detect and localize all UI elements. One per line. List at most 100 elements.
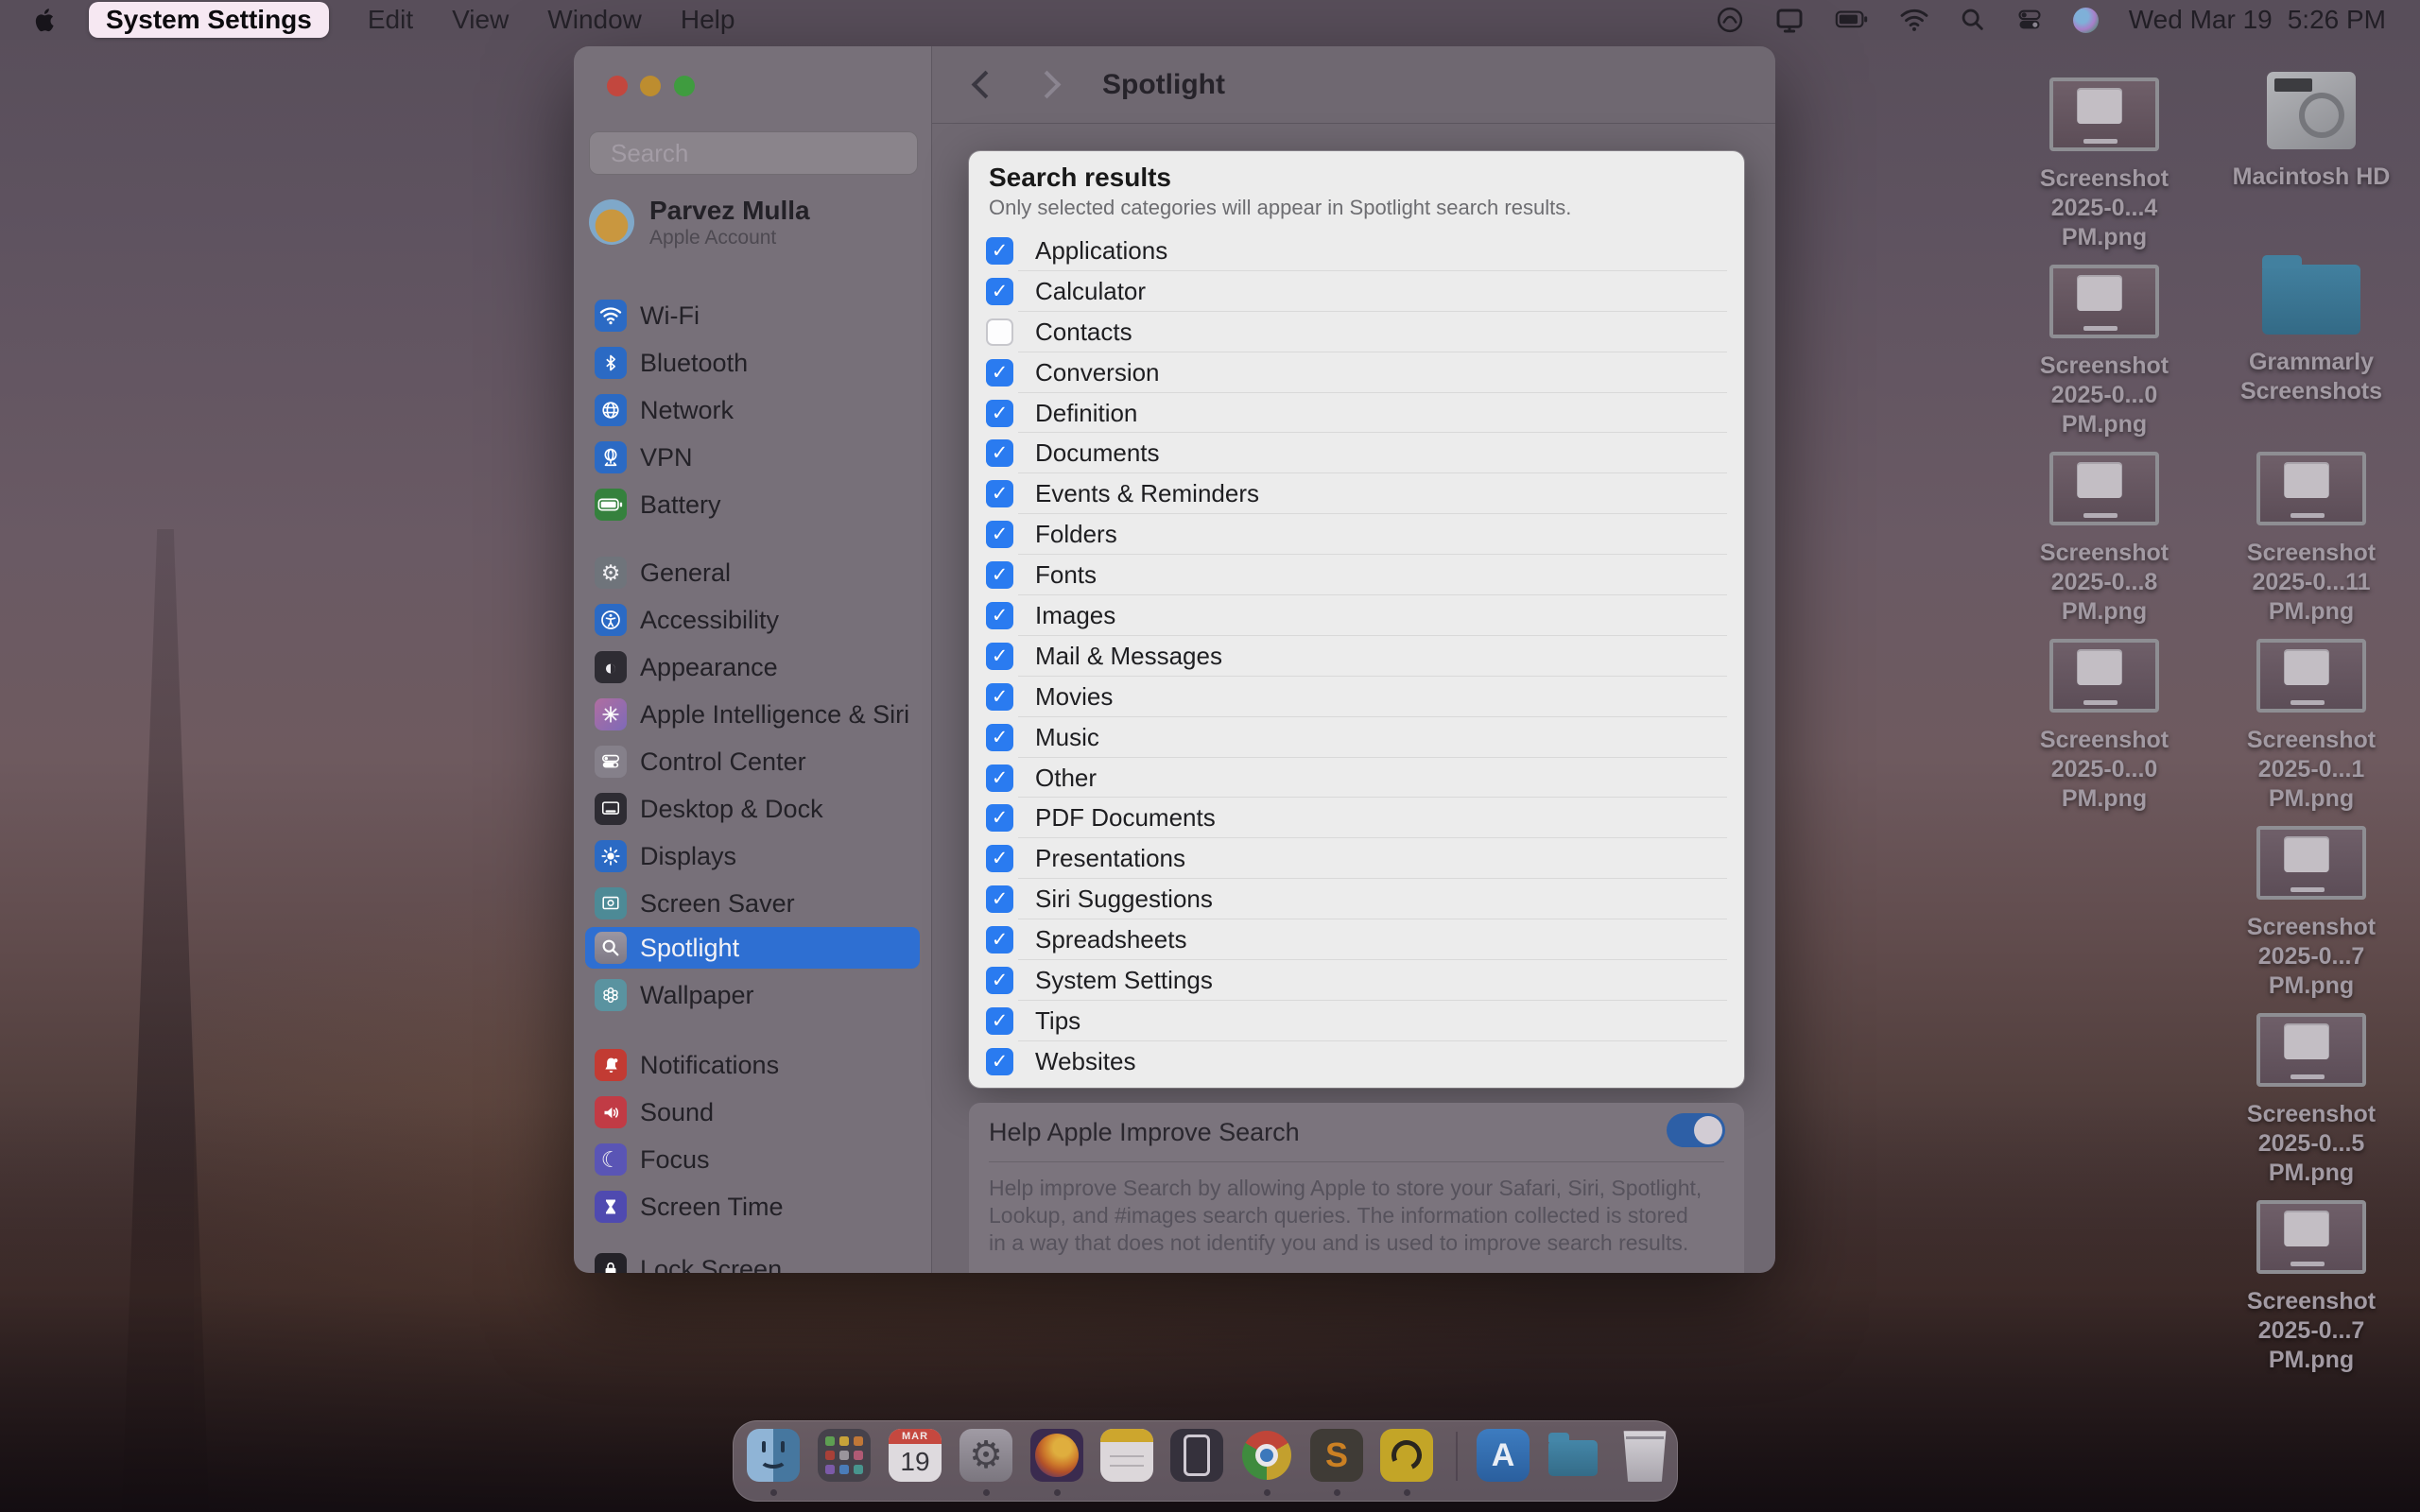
menu-app-name[interactable]: System Settings [89, 2, 329, 38]
checkbox-siri-suggestions[interactable]: ✓ [986, 885, 1013, 914]
dock-item-basecamp[interactable] [1380, 1429, 1433, 1501]
sidebar-item-bluetooth[interactable]: Bluetooth [585, 342, 920, 384]
checkbox-definition[interactable]: ✓ [986, 399, 1013, 427]
settings-sidebar: Parvez Mulla Apple Account Wi-Fi Bluetoo… [574, 46, 932, 1273]
desktop-icon-screenshot[interactable]: Screenshot 2025-0...5 PM.png [2217, 1013, 2406, 1188]
desktop-icon-screenshot[interactable]: Screenshot 2025-0...7 PM.png [2217, 1200, 2406, 1375]
checkbox-applications[interactable]: ✓ [986, 236, 1013, 265]
sidebar-item-apple-account[interactable]: Parvez Mulla Apple Account [589, 194, 918, 250]
appearance-icon: ◐ [595, 651, 627, 683]
checkbox-movies[interactable]: ✓ [986, 682, 1013, 711]
sidebar-item-wallpaper[interactable]: Wallpaper [585, 974, 920, 1016]
sidebar-item-wifi[interactable]: Wi-Fi [585, 295, 920, 336]
dock-item-launchpad[interactable] [818, 1429, 871, 1501]
sidebar-item-screen-saver[interactable]: Screen Saver [585, 883, 920, 924]
checkbox-conversion[interactable]: ✓ [986, 358, 1013, 387]
desktop-icon-grammarly-folder[interactable]: Grammarly Screenshots [2217, 255, 2406, 406]
page-title: Spotlight [1102, 68, 1225, 100]
category-row: ✓ Movies [969, 677, 1744, 717]
checkbox-spreadsheets[interactable]: ✓ [986, 926, 1013, 954]
sidebar-item-appearance[interactable]: ◐ Appearance [585, 646, 920, 688]
dock-item-trash[interactable] [1618, 1429, 1671, 1501]
checkbox-mail-messages[interactable]: ✓ [986, 642, 1013, 670]
desktop-icon-macintosh-hd[interactable]: Macintosh HD [2217, 72, 2406, 192]
sidebar-item-focus[interactable]: ☾ Focus [585, 1139, 920, 1180]
dock-item-finder[interactable] [747, 1429, 800, 1501]
checkbox-events-reminders[interactable]: ✓ [986, 480, 1013, 508]
dock-item-iphone-mirroring[interactable] [1170, 1429, 1223, 1501]
dock-item-calendar[interactable]: MAR 19 [889, 1429, 942, 1501]
dock-item-sublime-text[interactable]: S [1310, 1429, 1363, 1501]
sidebar-item-desktop-dock[interactable]: Desktop & Dock [585, 788, 920, 830]
sidebar-item-network[interactable]: Network [585, 389, 920, 431]
checkbox-fonts[interactable]: ✓ [986, 561, 1013, 590]
sidebar-item-vpn[interactable]: VPN [585, 437, 920, 478]
menu-clock[interactable]: Wed Mar 19 5:26 PM [2129, 5, 2386, 35]
checkbox-tips[interactable]: ✓ [986, 1006, 1013, 1035]
sidebar-item-lock-screen[interactable]: Lock Screen [585, 1248, 920, 1273]
basecamp-menu-icon[interactable] [1716, 6, 1744, 34]
checkbox-calculator[interactable]: ✓ [986, 277, 1013, 305]
wifi-icon[interactable] [1899, 8, 1929, 32]
category-list: ✓Applications ✓Calculator ✓Contacts ✓Con… [969, 231, 1744, 1082]
help-improve-search-toggle[interactable] [1667, 1113, 1725, 1147]
sidebar-item-screen-time[interactable]: Screen Time [585, 1186, 920, 1228]
menu-help[interactable]: Help [681, 5, 735, 35]
check-icon: ✓ [991, 402, 1009, 424]
checkbox-documents[interactable]: ✓ [986, 439, 1013, 468]
sidebar-item-battery[interactable]: Battery [585, 484, 920, 525]
checkbox-websites[interactable]: ✓ [986, 1047, 1013, 1075]
checkbox-music[interactable]: ✓ [986, 723, 1013, 751]
control-center-icon[interactable] [2016, 7, 2043, 33]
moon-icon: ☾ [595, 1143, 627, 1176]
menu-edit[interactable]: Edit [368, 5, 413, 35]
dock-item-app-store[interactable]: A [1477, 1429, 1530, 1501]
checkbox-system-settings[interactable]: ✓ [986, 966, 1013, 994]
wifi-icon [595, 300, 627, 332]
desktop-icon-screenshot[interactable]: Screenshot 2025-0...8 PM.png [2010, 452, 2199, 627]
desktop-icon-screenshot[interactable]: Screenshot 2025-0...1 PM.png [2217, 639, 2406, 814]
sidebar-item-apple-intelligence[interactable]: Apple Intelligence & Siri [585, 694, 920, 735]
search-input[interactable] [609, 137, 929, 169]
screen-mirroring-icon[interactable] [1774, 5, 1805, 35]
sidebar-item-notifications[interactable]: Notifications [585, 1044, 920, 1086]
sidebar-item-accessibility[interactable]: Accessibility [585, 599, 920, 641]
forward-button[interactable] [1032, 70, 1062, 99]
back-button[interactable] [971, 70, 1000, 99]
check-icon: ✓ [991, 524, 1009, 546]
desktop-icon-screenshot[interactable]: Screenshot 2025-0...4 PM.png [2010, 77, 2199, 252]
minimize-button[interactable] [640, 76, 661, 96]
dock-item-system-settings[interactable]: ⚙ [959, 1429, 1012, 1501]
siri-icon[interactable] [2072, 7, 2099, 33]
dock-item-chrome[interactable] [1240, 1429, 1293, 1501]
checkbox-pdf-documents[interactable]: ✓ [986, 804, 1013, 833]
apple-menu-icon[interactable] [32, 6, 57, 34]
sidebar-item-displays[interactable]: Displays [585, 835, 920, 877]
checkbox-other[interactable]: ✓ [986, 764, 1013, 792]
zoom-button[interactable] [674, 76, 695, 96]
checkbox-folders[interactable]: ✓ [986, 521, 1013, 549]
spotlight-search-icon[interactable] [1960, 7, 1986, 33]
menu-view[interactable]: View [452, 5, 509, 35]
running-indicator [1054, 1489, 1061, 1496]
desktop-icon-screenshot[interactable]: Screenshot 2025-0...11 PM.png [2217, 452, 2406, 627]
menu-window[interactable]: Window [547, 5, 642, 35]
battery-icon[interactable] [1835, 9, 1869, 30]
close-button[interactable] [607, 76, 628, 96]
sidebar-item-spotlight[interactable]: Spotlight [585, 927, 920, 969]
dock-item-downloads-folder[interactable] [1547, 1429, 1599, 1501]
sidebar-search-field[interactable] [589, 131, 929, 175]
sidebar-item-control-center[interactable]: Control Center [585, 741, 920, 782]
sidebar-item-sound[interactable]: Sound [585, 1091, 920, 1133]
desktop-icon-screenshot[interactable]: Screenshot 2025-0...7 PM.png [2217, 826, 2406, 1001]
checkbox-images[interactable]: ✓ [986, 601, 1013, 629]
sidebar-item-general[interactable]: ⚙ General [585, 552, 920, 593]
dock-item-notes[interactable] [1100, 1429, 1153, 1501]
dock-item-firefox[interactable] [1030, 1429, 1083, 1501]
checkbox-presentations[interactable]: ✓ [986, 845, 1013, 873]
desktop-icon-screenshot[interactable]: Screenshot 2025-0...0 PM.png [2010, 265, 2199, 439]
content-header: Spotlight [932, 46, 1775, 124]
desktop-icon-screenshot[interactable]: Screenshot 2025-0...0 PM.png [2010, 639, 2199, 814]
checkbox-contacts[interactable]: ✓ [986, 318, 1013, 346]
screenshot-thumbnail [2256, 826, 2366, 900]
